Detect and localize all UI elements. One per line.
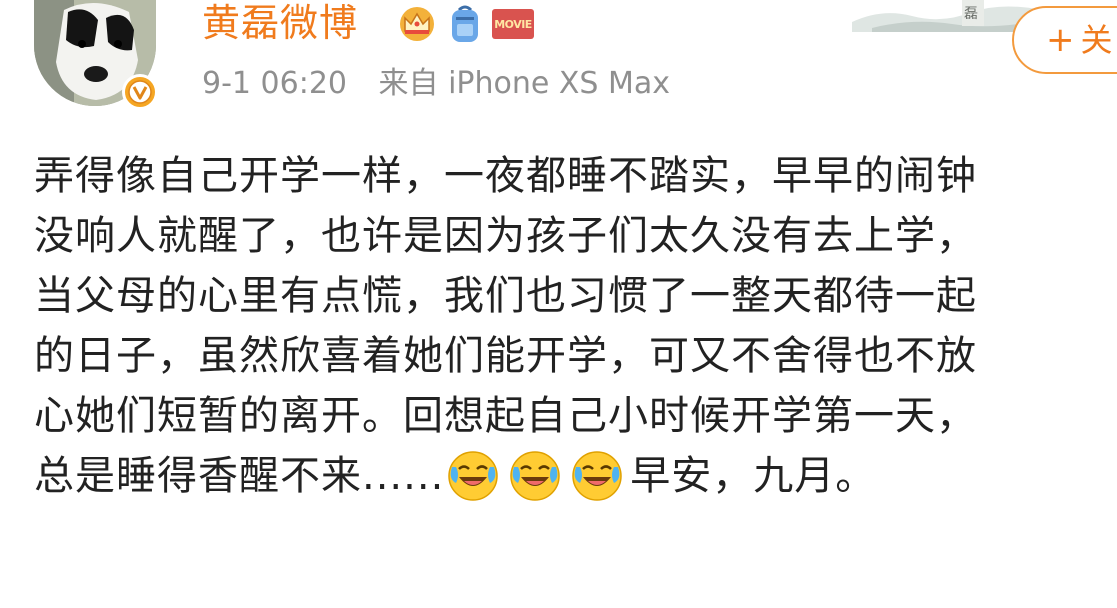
laugh-cry-icon [508, 449, 562, 503]
post-meta: 9-1 06:20 来自 iPhone XS Max [202, 62, 670, 106]
post-last-line: 总是睡得香醒不来...... 早安，九月。 [34, 446, 1117, 506]
post-timestamp: 9-1 06:20 [202, 66, 347, 101]
post-line-text: 总是睡得香醒不来...... [34, 453, 445, 499]
post-line: 弄得像自己开学一样，一夜都睡不踏实，早早的闹钟 [34, 153, 977, 199]
post-content: 弄得像自己开学一样，一夜都睡不踏实，早早的闹钟 没响人就醒了，也许是因为孩子们太… [34, 146, 1117, 506]
follow-label: 关 [1080, 21, 1113, 59]
post-source[interactable]: 来自 iPhone XS Max [379, 66, 671, 101]
post-line: 心她们短暂的离开。回想起自己小时候开学第一天， [34, 393, 977, 439]
follow-button[interactable]: + 关 [1012, 6, 1117, 74]
laugh-cry-icon [446, 449, 500, 503]
laugh-cry-icon [570, 449, 624, 503]
crown-icon[interactable] [396, 5, 438, 43]
post-line: 当父母的心里有点慌，我们也习惯了一整天都待一起 [34, 273, 977, 319]
username[interactable]: 黄磊微博 [202, 0, 358, 46]
backpack-icon[interactable] [448, 4, 482, 44]
svg-text:磊: 磊 [964, 6, 978, 22]
verified-badge-icon [122, 74, 158, 110]
plus-icon: + [1046, 20, 1075, 60]
post-ending-text: 早安，九月。 [630, 453, 877, 499]
badge-row: MOVIE [396, 4, 534, 44]
post-line: 的日子，虽然欣喜着她们能开学，可又不舍得也不放 [34, 333, 977, 379]
post-line: 没响人就醒了，也许是因为孩子们太久没有去上学， [34, 213, 977, 259]
movie-badge[interactable]: MOVIE [492, 9, 534, 39]
